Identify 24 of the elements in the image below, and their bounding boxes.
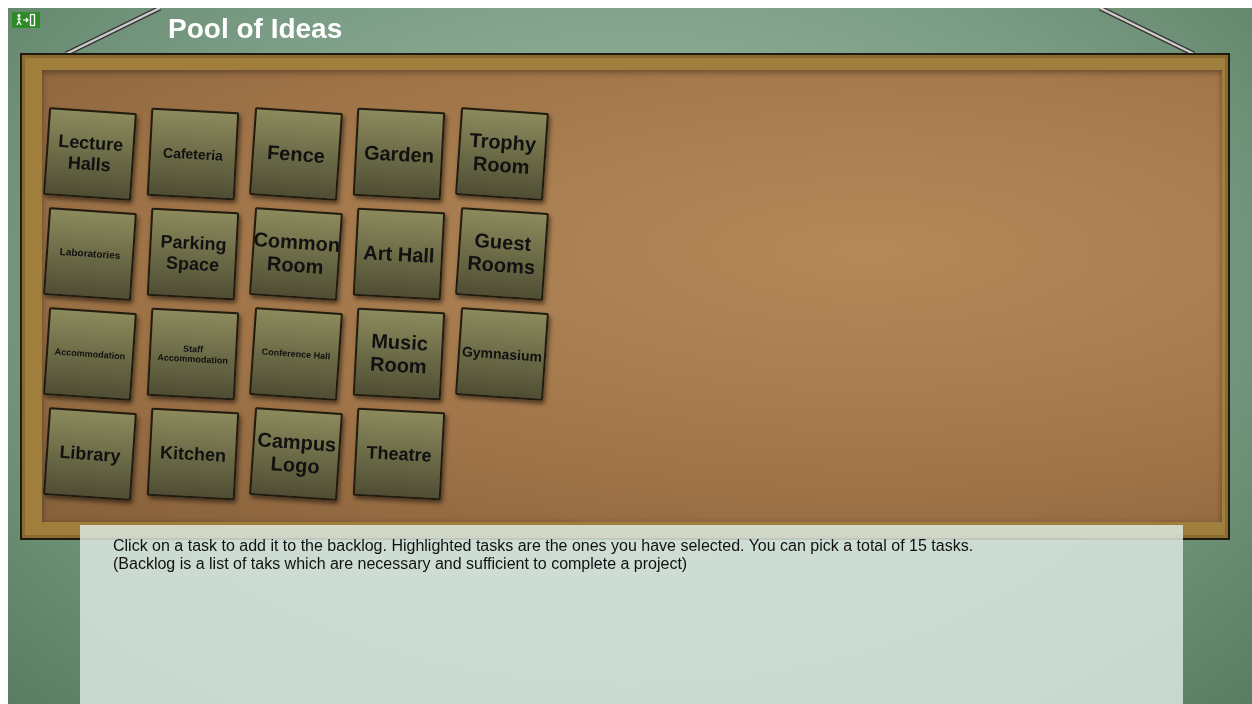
task-card[interactable]: Common Room	[249, 207, 343, 301]
task-card[interactable]: Staff Accommodation	[146, 307, 240, 401]
exit-icon	[15, 13, 37, 27]
task-card[interactable]: Music Room	[352, 307, 446, 401]
task-card[interactable]: Campus Logo	[249, 407, 343, 501]
task-card[interactable]: Parking Space	[146, 207, 240, 301]
task-card[interactable]: Guest Rooms	[455, 207, 549, 301]
task-card[interactable]: Kitchen	[146, 407, 240, 501]
task-card[interactable]: Garden	[352, 107, 446, 201]
instruction-text: Click on a task to add it to the backlog. Highlighted tasks are the ones you have selected. You can pick a total of 15 tasks.	[113, 537, 975, 555]
task-card[interactable]: Theatre	[352, 407, 446, 501]
task-card[interactable]: Trophy Room	[455, 107, 549, 201]
task-card[interactable]: Cafeteria	[146, 107, 240, 201]
task-card[interactable]: Accommodation	[43, 307, 137, 401]
instruction-text: (Backlog is a list of taks which are necessary and sufficient to complete a project)	[113, 555, 689, 573]
task-card[interactable]: Gymnasium	[455, 307, 549, 401]
exit-button[interactable]	[12, 12, 40, 28]
task-card[interactable]: Lecture Halls	[43, 107, 137, 201]
task-card[interactable]: Conference Hall	[249, 307, 343, 401]
task-card[interactable]: Library	[43, 407, 137, 501]
screen-title: Pool of Ideas	[168, 12, 343, 45]
task-card[interactable]: Art Hall	[352, 207, 446, 301]
task-card[interactable]: Fence	[249, 107, 343, 201]
task-card[interactable]: Laboratories	[43, 207, 137, 301]
